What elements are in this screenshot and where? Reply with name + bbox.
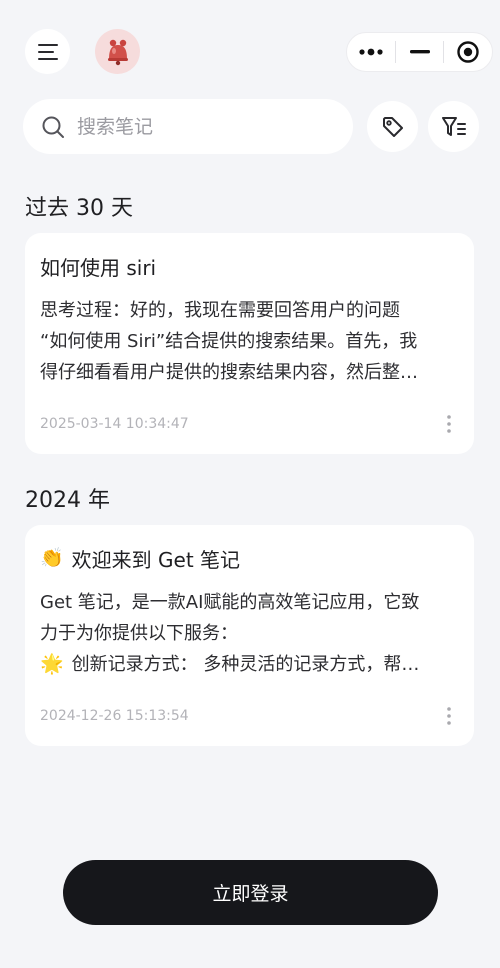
more-button[interactable] [347, 33, 395, 71]
bell-mascot-icon [107, 39, 128, 65]
section-title: 过去 30 天 [25, 196, 133, 221]
target-close-icon [457, 41, 479, 63]
filter-button[interactable] [428, 101, 479, 152]
clapping-hands-icon: 👏 [40, 546, 64, 569]
section-title: 2024 年 [25, 488, 110, 513]
search-icon [42, 116, 64, 138]
note-title: 如何使用 siri [40, 255, 157, 280]
note-preview-line: 思考过程：好的，我现在需要回答用户的问题 [40, 300, 400, 321]
menu-button[interactable] [25, 29, 70, 74]
note-preview-line: 🌟 创新记录方式： 多种灵活的记录方式，帮… [40, 649, 459, 680]
note-footer: 2024-12-26 15:13:54 [40, 704, 459, 728]
avatar[interactable] [95, 29, 140, 74]
search-input[interactable] [77, 115, 327, 138]
glowing-star-icon: 🌟 [40, 653, 64, 675]
note-date: 2025-03-14 10:34:47 [40, 416, 189, 432]
note-preview-line: 得仔细看看用户提供的搜索结果内容，然后整… [40, 362, 418, 383]
note-title-row: 👏 欢迎来到 Get 笔记 [40, 543, 459, 573]
more-dots-icon [359, 48, 383, 56]
note-preview-text: 创新记录方式： 多种灵活的记录方式，帮… [71, 654, 420, 675]
mini-program-capsule [346, 32, 493, 72]
note-more-button[interactable] [439, 412, 459, 436]
note-preview: 思考过程：好的，我现在需要回答用户的问题 “如何使用 Siri”结合提供的搜索结… [40, 295, 459, 388]
note-more-button[interactable] [439, 704, 459, 728]
note-title: 欢迎来到 Get 笔记 [71, 547, 241, 572]
note-preview-line: Get 笔记，是一款AI赋能的高效笔记应用，它致 [40, 592, 420, 613]
note-date: 2024-12-26 15:13:54 [40, 708, 189, 724]
top-bar [0, 0, 500, 100]
tag-icon [382, 116, 403, 137]
more-vertical-icon [447, 707, 451, 725]
close-button[interactable] [444, 33, 492, 71]
note-footer: 2025-03-14 10:34:47 [40, 412, 459, 436]
tag-filter-button[interactable] [367, 101, 418, 152]
hamburger-menu-icon [37, 43, 58, 60]
note-preview-line: 力于为你提供以下服务： [40, 623, 238, 644]
login-button[interactable]: 立即登录 [63, 860, 438, 925]
note-preview-line: “如何使用 Siri”结合提供的搜索结果。首先，我 [40, 331, 418, 352]
filter-list-icon [441, 116, 466, 136]
search-bar[interactable] [23, 99, 353, 154]
more-vertical-icon [447, 415, 451, 433]
note-card[interactable]: 如何使用 siri 思考过程：好的，我现在需要回答用户的问题 “如何使用 Sir… [25, 233, 474, 454]
minimize-icon [409, 50, 430, 54]
note-card[interactable]: 👏 欢迎来到 Get 笔记 Get 笔记，是一款AI赋能的高效笔记应用，它致 力… [25, 525, 474, 746]
minimize-button[interactable] [396, 33, 444, 71]
note-preview: Get 笔记，是一款AI赋能的高效笔记应用，它致 力于为你提供以下服务： 🌟 创新… [40, 587, 459, 680]
